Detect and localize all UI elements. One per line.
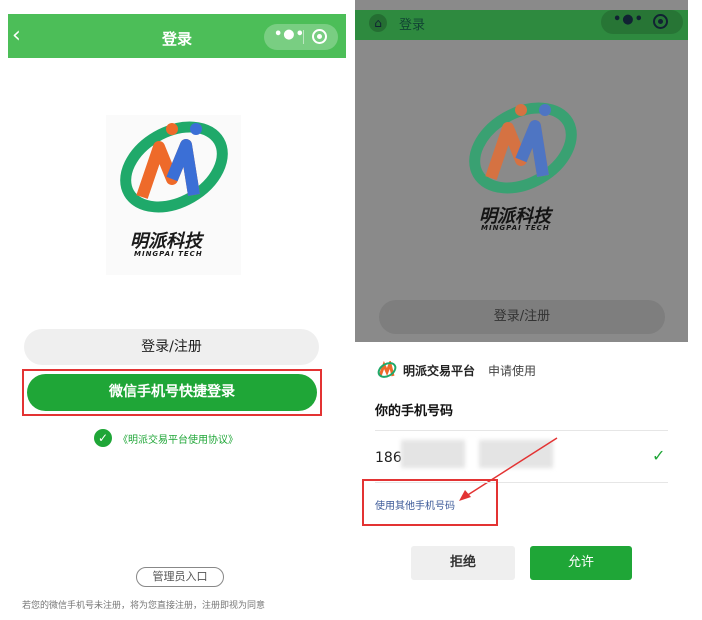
capsule-divider — [303, 30, 304, 44]
logo-subtitle: MINGPAI TECH — [481, 224, 550, 232]
refuse-button[interactable]: 拒绝 — [411, 546, 515, 580]
selected-check-icon: ✓ — [652, 446, 666, 465]
page-title: 登录 — [399, 18, 426, 33]
allow-button[interactable]: 允许 — [530, 546, 632, 580]
request-text: 申请使用 — [488, 364, 537, 378]
more-dots-icon[interactable]: •●• — [274, 27, 305, 42]
right-phone-screen: ⌂ 登录 •●• 明派科技 MINGPAI TECH 登录/注册 明派交易平台 … — [355, 0, 688, 620]
register-button[interactable]: 登录/注册 — [379, 300, 665, 334]
logo-block: 明派科技 MINGPAI TECH — [106, 115, 241, 275]
checkmark-icon[interactable]: ✓ — [94, 429, 112, 447]
footer-note: 若您的微信手机号未注册，将为您直接注册，注册即视为同意 — [22, 601, 266, 611]
agreement-link[interactable]: 《明派交易平台使用协议》 — [118, 431, 238, 446]
mini-program-capsule: •●• — [264, 24, 338, 50]
app-logo-icon — [377, 361, 397, 378]
mingpai-logo-icon — [120, 121, 228, 213]
use-other-phone-link[interactable]: 使用其他手机号码 — [375, 497, 455, 512]
left-phone-screen: ‹ 登录 •●• 明派科技 MINGPAI TECH 登录/注册 微信手机号快捷… — [8, 0, 346, 620]
mini-program-capsule: •●• — [601, 10, 683, 34]
nav-bar: ‹ 登录 •●• — [8, 14, 346, 58]
divider — [375, 430, 668, 431]
target-circle-icon[interactable] — [312, 29, 327, 44]
home-icon[interactable]: ⌂ — [369, 14, 387, 32]
phone-number-prefix[interactable]: 186 — [375, 450, 402, 466]
admin-entry-button[interactable]: 管理员入口 — [136, 567, 224, 587]
more-dots-icon[interactable]: •●• — [613, 12, 644, 27]
nav-bar: ⌂ 登录 •●• — [355, 10, 688, 40]
mingpai-logo-icon — [469, 102, 577, 194]
section-title: 你的手机号码 — [375, 404, 454, 419]
target-circle-icon[interactable] — [653, 14, 668, 29]
register-button[interactable]: 登录/注册 — [24, 329, 319, 365]
wechat-phone-login-button[interactable]: 微信手机号快捷登录 — [27, 374, 317, 411]
logo-subtitle: MINGPAI TECH — [134, 250, 203, 258]
app-name: 明派交易平台 — [403, 364, 476, 378]
